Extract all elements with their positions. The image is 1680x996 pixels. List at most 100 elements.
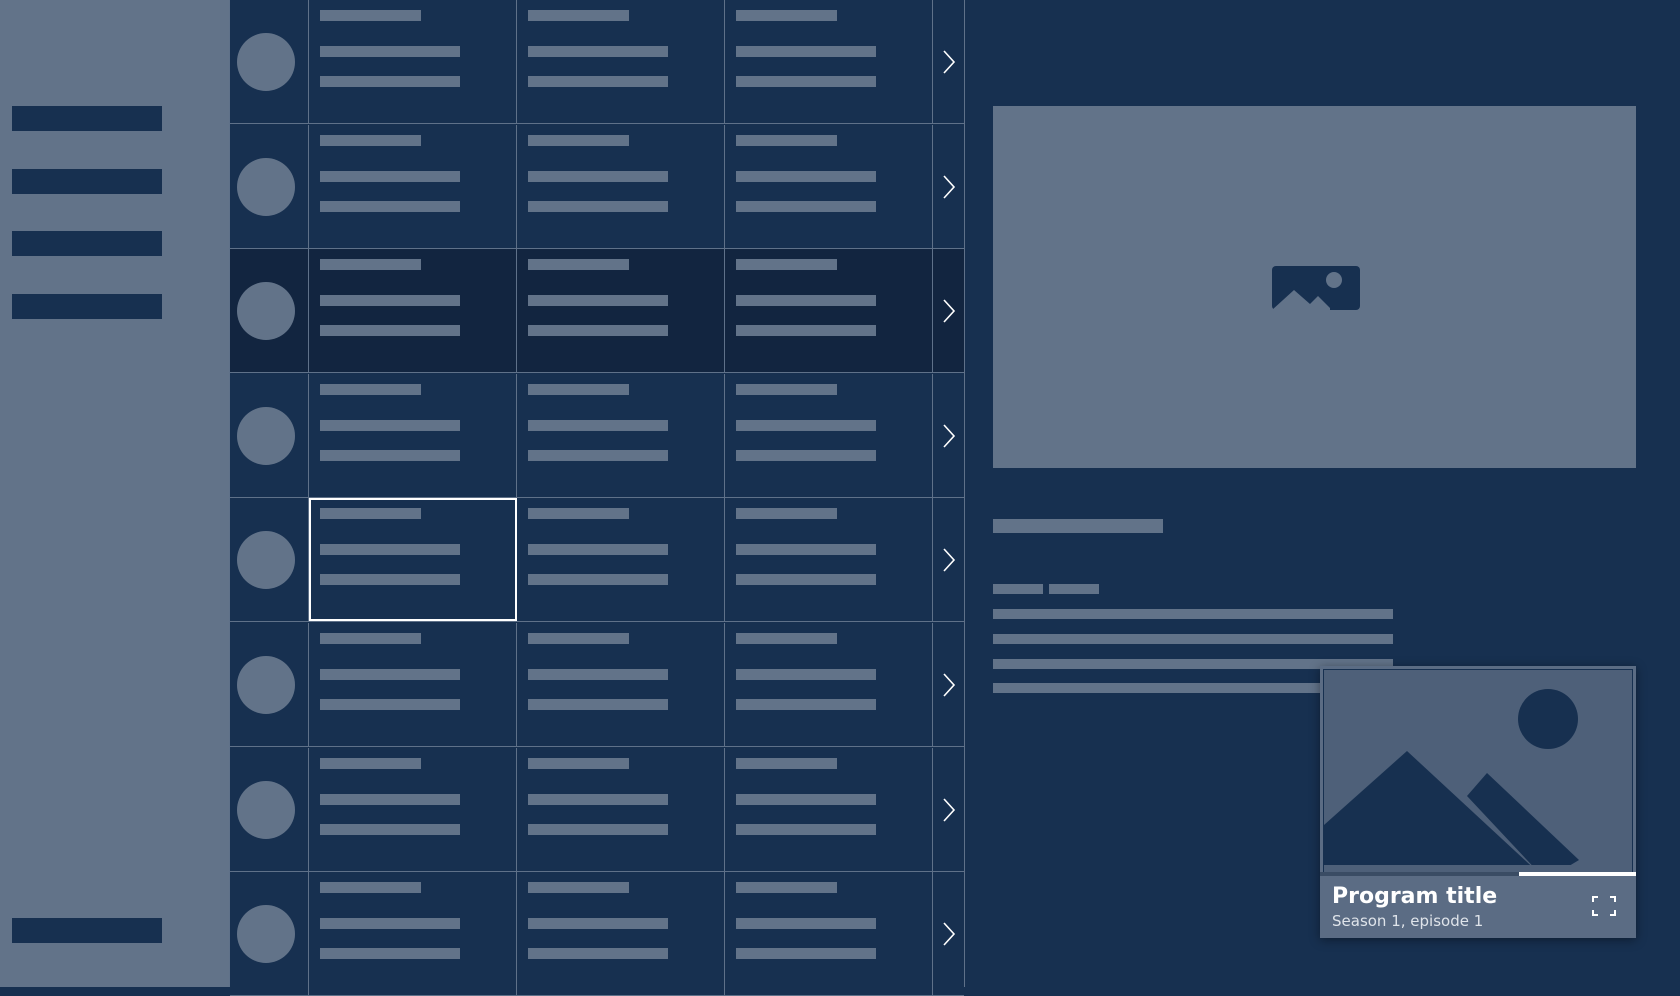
- text-placeholder: [736, 948, 876, 959]
- chevron-right-icon[interactable]: [941, 672, 957, 697]
- sidebar-item-4[interactable]: [12, 294, 162, 319]
- fullscreen-icon[interactable]: [1592, 896, 1616, 916]
- playback-progress[interactable]: [1320, 872, 1636, 876]
- grid-row[interactable]: [230, 872, 964, 996]
- row-action[interactable]: [933, 0, 964, 123]
- grid-row[interactable]: [230, 125, 964, 249]
- text-placeholder: [736, 201, 876, 212]
- grid-cell[interactable]: [517, 872, 725, 995]
- mini-player-artwork: [1323, 669, 1633, 874]
- text-placeholder: [320, 171, 460, 182]
- text-placeholder: [528, 824, 668, 835]
- text-placeholder: [320, 325, 460, 336]
- avatar: [237, 282, 295, 340]
- text-placeholder: [320, 918, 460, 929]
- content-grid: [229, 0, 965, 996]
- image-placeholder-icon: [1272, 266, 1360, 310]
- grid-cell[interactable]: [725, 374, 933, 497]
- row-action[interactable]: [933, 623, 964, 746]
- text-placeholder: [320, 450, 460, 461]
- grid-cell[interactable]: [517, 748, 725, 871]
- row-action[interactable]: [933, 249, 964, 372]
- hero-image: [993, 106, 1636, 468]
- row-action[interactable]: [933, 498, 964, 621]
- text-placeholder: [528, 450, 668, 461]
- text-placeholder: [320, 882, 421, 893]
- chevron-right-icon[interactable]: [941, 423, 957, 448]
- sidebar-item-3[interactable]: [12, 231, 162, 256]
- grid-cell[interactable]: [517, 623, 725, 746]
- detail-title: [993, 519, 1163, 533]
- text-placeholder: [528, 76, 668, 87]
- grid-row[interactable]: [230, 498, 964, 622]
- grid-row[interactable]: [230, 249, 964, 373]
- text-placeholder: [736, 669, 876, 680]
- text-placeholder: [736, 544, 876, 555]
- avatar: [237, 33, 295, 91]
- grid-row[interactable]: [230, 623, 964, 747]
- text-placeholder: [320, 201, 460, 212]
- mini-player[interactable]: Program title Season 1, episode 1: [1320, 666, 1636, 938]
- text-placeholder: [736, 384, 837, 395]
- row-action[interactable]: [933, 374, 964, 497]
- chevron-right-icon[interactable]: [941, 49, 957, 74]
- grid-cell[interactable]: [517, 249, 725, 372]
- grid-cell[interactable]: [309, 872, 517, 995]
- grid-cell[interactable]: [725, 623, 933, 746]
- row-action[interactable]: [933, 748, 964, 871]
- text-placeholder: [320, 824, 460, 835]
- text-placeholder: [736, 574, 876, 585]
- grid-cell[interactable]: [725, 748, 933, 871]
- grid-cell[interactable]: [725, 0, 933, 123]
- grid-cell[interactable]: [725, 498, 933, 621]
- grid-cell[interactable]: [517, 125, 725, 248]
- text-placeholder: [528, 669, 668, 680]
- text-placeholder: [528, 325, 668, 336]
- sidebar-footer-item[interactable]: [12, 918, 162, 943]
- text-placeholder: [320, 420, 460, 431]
- grid-cell[interactable]: [517, 498, 725, 621]
- text-placeholder: [736, 508, 837, 519]
- text-placeholder: [528, 633, 629, 644]
- text-placeholder: [320, 699, 460, 710]
- avatar-cell: [230, 249, 309, 372]
- grid-row[interactable]: [230, 374, 964, 498]
- grid-cell[interactable]: [725, 125, 933, 248]
- grid-cell[interactable]: [309, 748, 517, 871]
- text-placeholder: [528, 508, 629, 519]
- grid-cell[interactable]: [309, 374, 517, 497]
- chevron-right-icon[interactable]: [941, 298, 957, 323]
- grid-cell[interactable]: [309, 249, 517, 372]
- row-action[interactable]: [933, 125, 964, 248]
- grid-cell[interactable]: [517, 0, 725, 123]
- program-title: Program title: [1332, 884, 1498, 909]
- chevron-right-icon[interactable]: [941, 547, 957, 572]
- text-placeholder: [320, 794, 460, 805]
- grid-row[interactable]: [230, 0, 964, 124]
- row-action[interactable]: [933, 872, 964, 995]
- grid-cell[interactable]: [309, 623, 517, 746]
- text-placeholder: [736, 10, 837, 21]
- grid-row[interactable]: [230, 748, 964, 872]
- text-placeholder: [320, 633, 421, 644]
- grid-cell[interactable]: [517, 374, 725, 497]
- chevron-right-icon[interactable]: [941, 174, 957, 199]
- sidebar-item-1[interactable]: [12, 106, 162, 131]
- grid-cell[interactable]: [309, 498, 517, 621]
- sidebar-item-2[interactable]: [12, 169, 162, 194]
- text-placeholder: [528, 574, 668, 585]
- grid-cell[interactable]: [309, 0, 517, 123]
- avatar-cell: [230, 125, 309, 248]
- chevron-right-icon[interactable]: [941, 921, 957, 946]
- text-placeholder: [528, 758, 629, 769]
- text-placeholder: [320, 46, 460, 57]
- grid-cell[interactable]: [725, 249, 933, 372]
- text-placeholder: [736, 450, 876, 461]
- text-placeholder: [528, 882, 629, 893]
- detail-text-line: [993, 609, 1393, 619]
- grid-cell[interactable]: [725, 872, 933, 995]
- grid-cell[interactable]: [309, 125, 517, 248]
- avatar: [237, 531, 295, 589]
- chevron-right-icon[interactable]: [941, 797, 957, 822]
- text-placeholder: [528, 384, 629, 395]
